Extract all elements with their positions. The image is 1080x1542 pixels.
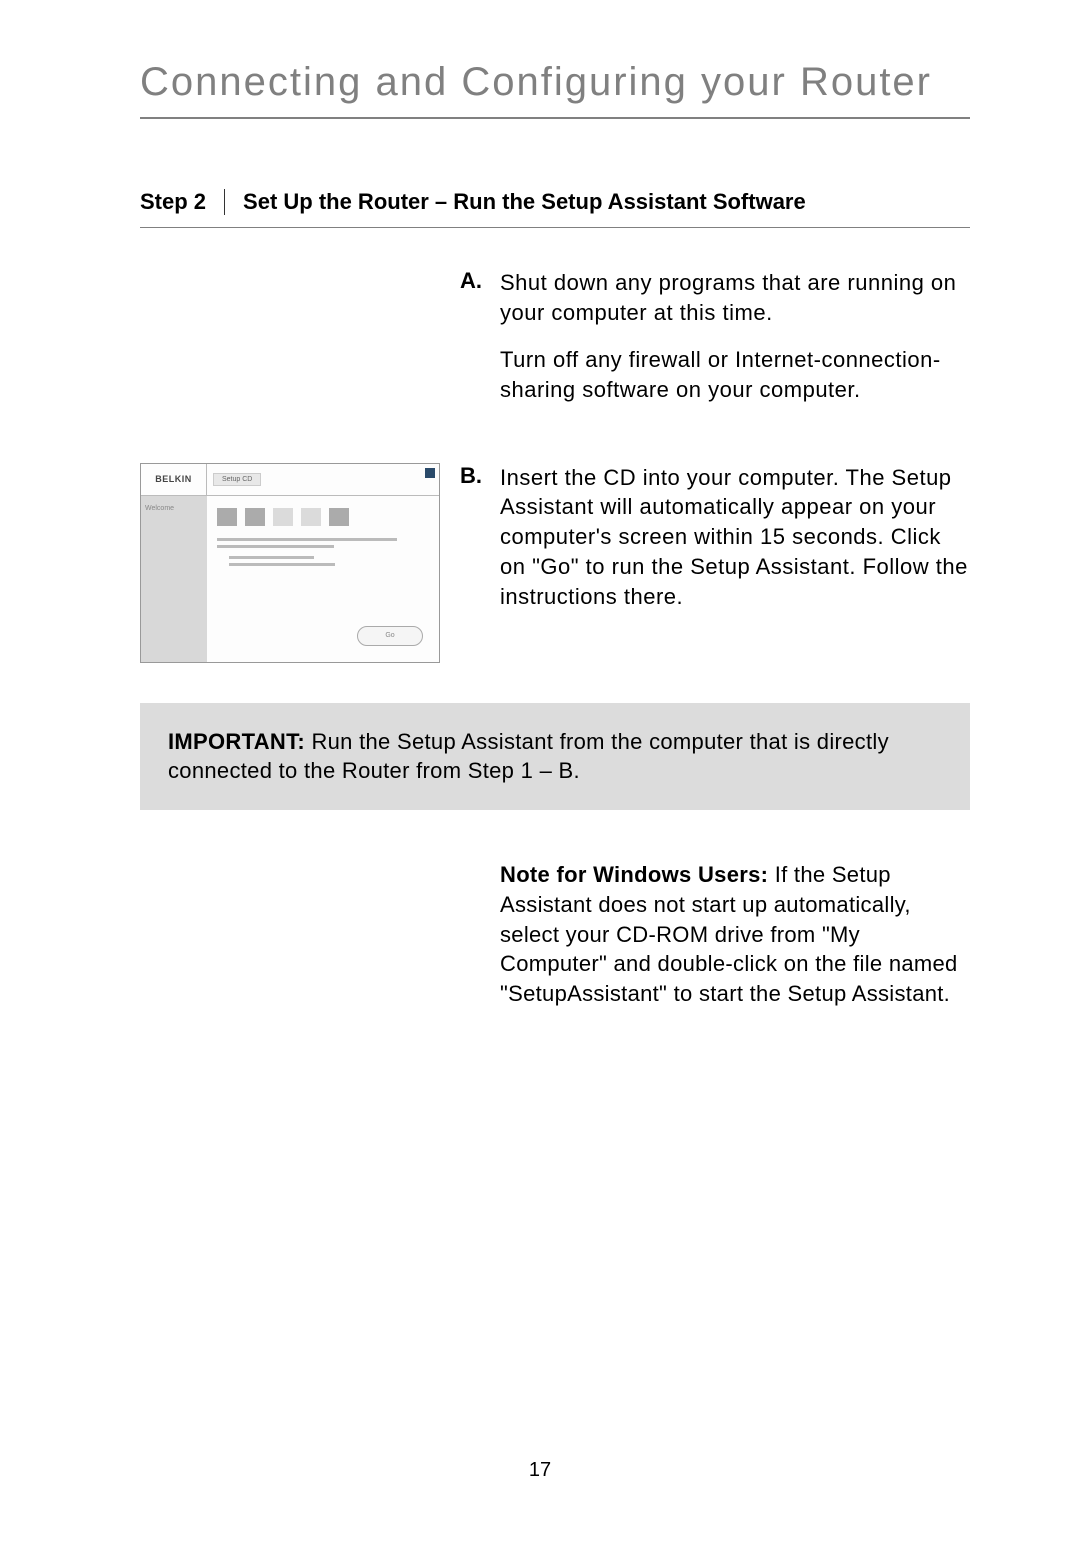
item-a-para1: Shut down any programs that are running … bbox=[500, 268, 970, 327]
thumbnail-go-button: Go bbox=[357, 626, 423, 646]
important-label: IMPORTANT: bbox=[168, 729, 305, 754]
item-letter-b: B. bbox=[460, 463, 500, 663]
computer-icon bbox=[217, 508, 237, 526]
step-heading: Set Up the Router – Run the Setup Assist… bbox=[225, 189, 806, 215]
thumbnail-tab: Setup CD bbox=[213, 473, 261, 486]
router-icon bbox=[245, 508, 265, 526]
important-callout: IMPORTANT: Run the Setup Assistant from … bbox=[140, 703, 970, 810]
item-a-para2: Turn off any firewall or Internet-connec… bbox=[500, 345, 970, 404]
note-label: Note for Windows Users: bbox=[500, 862, 768, 887]
screenshot-thumbnail: BELKIN Setup CD Welcome bbox=[140, 463, 440, 663]
close-icon bbox=[425, 468, 435, 478]
thumbnail-sidebar-item: Welcome bbox=[141, 502, 207, 515]
step-header: Step 2 Set Up the Router – Run the Setup… bbox=[140, 189, 970, 228]
item-letter-a: A. bbox=[460, 268, 500, 423]
thumbnail-brand: BELKIN bbox=[141, 464, 207, 495]
note-section: Note for Windows Users: If the Setup Ass… bbox=[140, 860, 970, 1008]
page-title: Connecting and Configuring your Router bbox=[140, 60, 970, 119]
cloud-icon bbox=[273, 508, 293, 526]
step-label: Step 2 bbox=[140, 189, 225, 215]
device-icon bbox=[301, 508, 321, 526]
item-b-para1: Insert the CD into your computer. The Se… bbox=[500, 463, 970, 611]
page-number: 17 bbox=[0, 1459, 1080, 1482]
globe-icon bbox=[329, 508, 349, 526]
step-item-a: A. Shut down any programs that are runni… bbox=[140, 268, 970, 423]
step-item-b: BELKIN Setup CD Welcome bbox=[140, 463, 970, 663]
